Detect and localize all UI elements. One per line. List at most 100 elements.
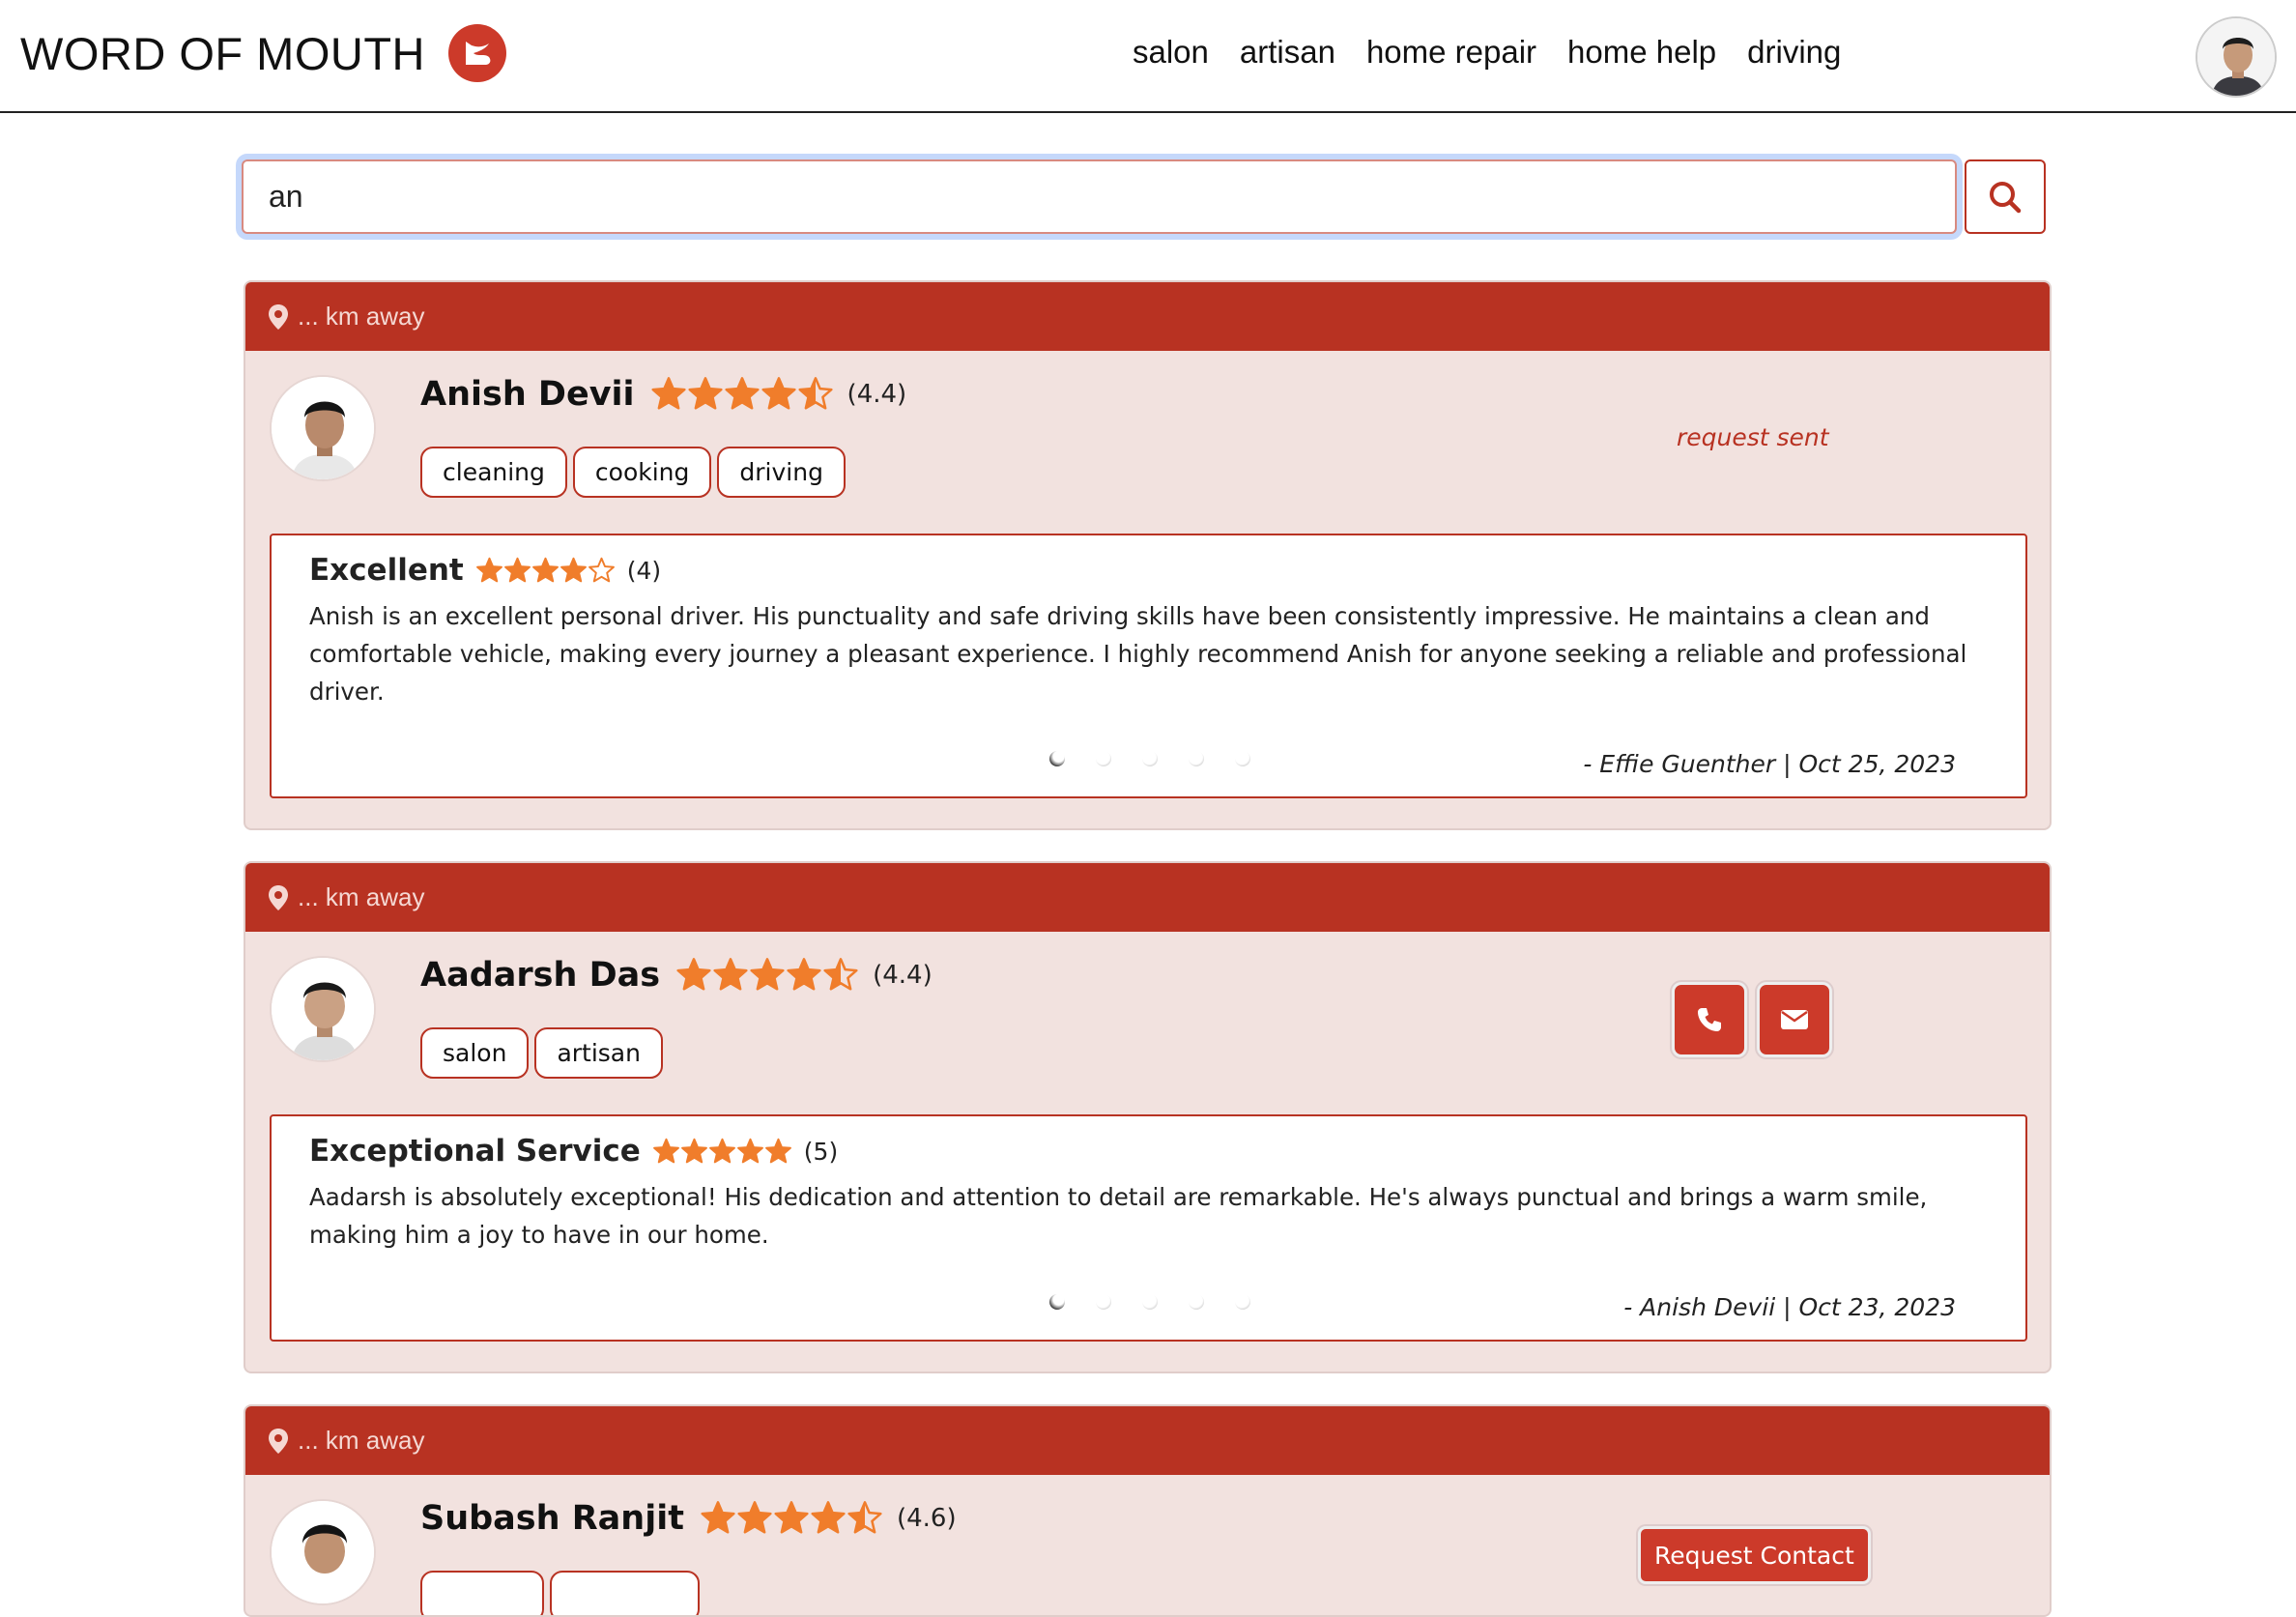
star-half-icon	[847, 1501, 882, 1534]
email-button[interactable]	[1757, 982, 1832, 1057]
carousel-dot[interactable]	[1235, 1294, 1250, 1310]
star-half-icon	[823, 958, 858, 991]
provider-rating-value: (4.4)	[873, 961, 933, 990]
provider-avatar	[270, 1499, 376, 1605]
carousel-dot[interactable]	[1049, 1294, 1065, 1310]
review-title-text: Exceptional Service	[309, 1134, 641, 1169]
distance-text: ... km away	[298, 302, 425, 331]
star-full-icon	[708, 1138, 735, 1163]
star-full-icon	[724, 377, 760, 410]
search-button[interactable]	[1965, 159, 2046, 234]
review-body: Aadarsh is absolutely exceptional! His d…	[309, 1183, 1928, 1249]
distance-text: ... km away	[298, 1426, 425, 1455]
carousel-dot[interactable]	[1096, 751, 1111, 766]
star-full-icon	[736, 1138, 763, 1163]
brand-logo-icon	[448, 24, 506, 82]
provider-name-text: Aadarsh Das	[420, 956, 661, 995]
brand[interactable]: WORD OF MOUTH	[20, 24, 506, 82]
star-full-icon	[680, 1138, 707, 1163]
star-full-icon	[750, 958, 785, 991]
star-full-icon	[737, 1501, 772, 1534]
card-header: ... km away	[245, 282, 2050, 351]
provider-rating-value: (4.6)	[896, 1504, 957, 1533]
nav-links: salon artisan home repair home help driv…	[1133, 34, 1872, 71]
carousel-dot[interactable]	[1189, 751, 1204, 766]
star-empty-icon	[588, 557, 615, 582]
user-avatar[interactable]	[2196, 16, 2277, 98]
carousel-dot[interactable]	[1142, 1294, 1158, 1310]
phone-icon	[1698, 1008, 1721, 1031]
review-box: Exceptional Service (5) Aadarsh is absol…	[270, 1114, 2027, 1342]
card-header: ... km away	[245, 863, 2050, 932]
provider-rating-stars	[650, 376, 834, 413]
star-full-icon	[774, 1501, 809, 1534]
star-full-icon	[531, 557, 559, 582]
nav-link-salon[interactable]: salon	[1133, 34, 1209, 71]
review-body: Anish is an excellent personal driver. H…	[309, 602, 1967, 706]
star-full-icon	[811, 1501, 846, 1534]
location-pin-icon	[269, 303, 288, 330]
carousel-dot[interactable]	[1049, 751, 1065, 766]
carousel-dot[interactable]	[1096, 1294, 1111, 1310]
tag[interactable]	[420, 1571, 544, 1615]
card-header: ... km away	[245, 1406, 2050, 1475]
provider-avatar	[270, 956, 376, 1062]
service-tags	[420, 1571, 705, 1615]
provider-card: ... km away Subash Ranjit (4.6) Request …	[244, 1404, 2052, 1617]
search-input[interactable]	[242, 159, 1957, 234]
location-pin-icon	[269, 884, 288, 910]
nav-link-driving[interactable]: driving	[1747, 34, 1841, 71]
carousel-dot[interactable]	[1189, 1294, 1204, 1310]
provider-rating-stars	[675, 957, 859, 994]
review-carousel-dots	[1049, 1294, 1281, 1310]
request-status: request sent	[1677, 423, 1829, 451]
nav-link-home-help[interactable]: home help	[1567, 34, 1716, 71]
brand-name: WORD OF MOUTH	[20, 27, 425, 79]
star-full-icon	[713, 958, 748, 991]
tag-cooking[interactable]: cooking	[572, 447, 712, 498]
call-button[interactable]	[1672, 982, 1747, 1057]
star-full-icon	[764, 1138, 791, 1163]
tag-artisan[interactable]: artisan	[534, 1027, 663, 1079]
review-rating-value: (4)	[626, 556, 662, 585]
review-title-text: Excellent	[309, 553, 464, 588]
provider-name: Subash Ranjit (4.6)	[420, 1499, 957, 1538]
search-icon	[1990, 181, 2022, 213]
nav-link-artisan[interactable]: artisan	[1240, 34, 1335, 71]
tag-salon[interactable]: salon	[420, 1027, 530, 1079]
review-rating-value: (5)	[803, 1137, 839, 1166]
provider-card: ... km away Aadarsh Das (4.4) salon arti…	[244, 861, 2052, 1373]
location-pin-icon	[269, 1428, 288, 1454]
review-title: Exceptional Service (5)	[309, 1134, 838, 1169]
request-contact-button[interactable]: Request Contact	[1638, 1526, 1871, 1584]
tag[interactable]	[550, 1571, 700, 1615]
star-full-icon	[560, 557, 587, 582]
review-carousel-dots	[1049, 751, 1281, 766]
review-rating-stars	[652, 1138, 792, 1166]
nav-link-home-repair[interactable]: home repair	[1366, 34, 1536, 71]
star-full-icon	[761, 377, 796, 410]
provider-card: ... km away Anish Devii (4.4) cleaning c…	[244, 280, 2052, 830]
service-tags: salon artisan	[420, 1027, 669, 1079]
tag-cleaning[interactable]: cleaning	[420, 447, 567, 498]
provider-avatar	[270, 375, 376, 481]
provider-rating-value: (4.4)	[847, 380, 907, 409]
carousel-dot[interactable]	[1142, 751, 1158, 766]
star-full-icon	[787, 958, 821, 991]
review-title: Excellent (4)	[309, 553, 661, 588]
review-author-date: - Effie Guenther | Oct 25, 2023	[1583, 750, 1956, 778]
carousel-dot[interactable]	[1235, 751, 1250, 766]
provider-name: Anish Devii (4.4)	[420, 375, 906, 414]
provider-name-text: Anish Devii	[420, 375, 635, 414]
star-full-icon	[676, 958, 711, 991]
tag-driving[interactable]: driving	[717, 447, 846, 498]
star-full-icon	[701, 1501, 735, 1534]
star-half-icon	[797, 377, 833, 410]
star-full-icon	[475, 557, 502, 582]
envelope-icon	[1781, 1010, 1808, 1029]
review-author-date: - Anish Devii | Oct 23, 2023	[1623, 1293, 1956, 1321]
review-rating-stars	[475, 557, 616, 585]
provider-name: Aadarsh Das (4.4)	[420, 956, 933, 995]
star-full-icon	[503, 557, 531, 582]
distance-text: ... km away	[298, 882, 425, 911]
